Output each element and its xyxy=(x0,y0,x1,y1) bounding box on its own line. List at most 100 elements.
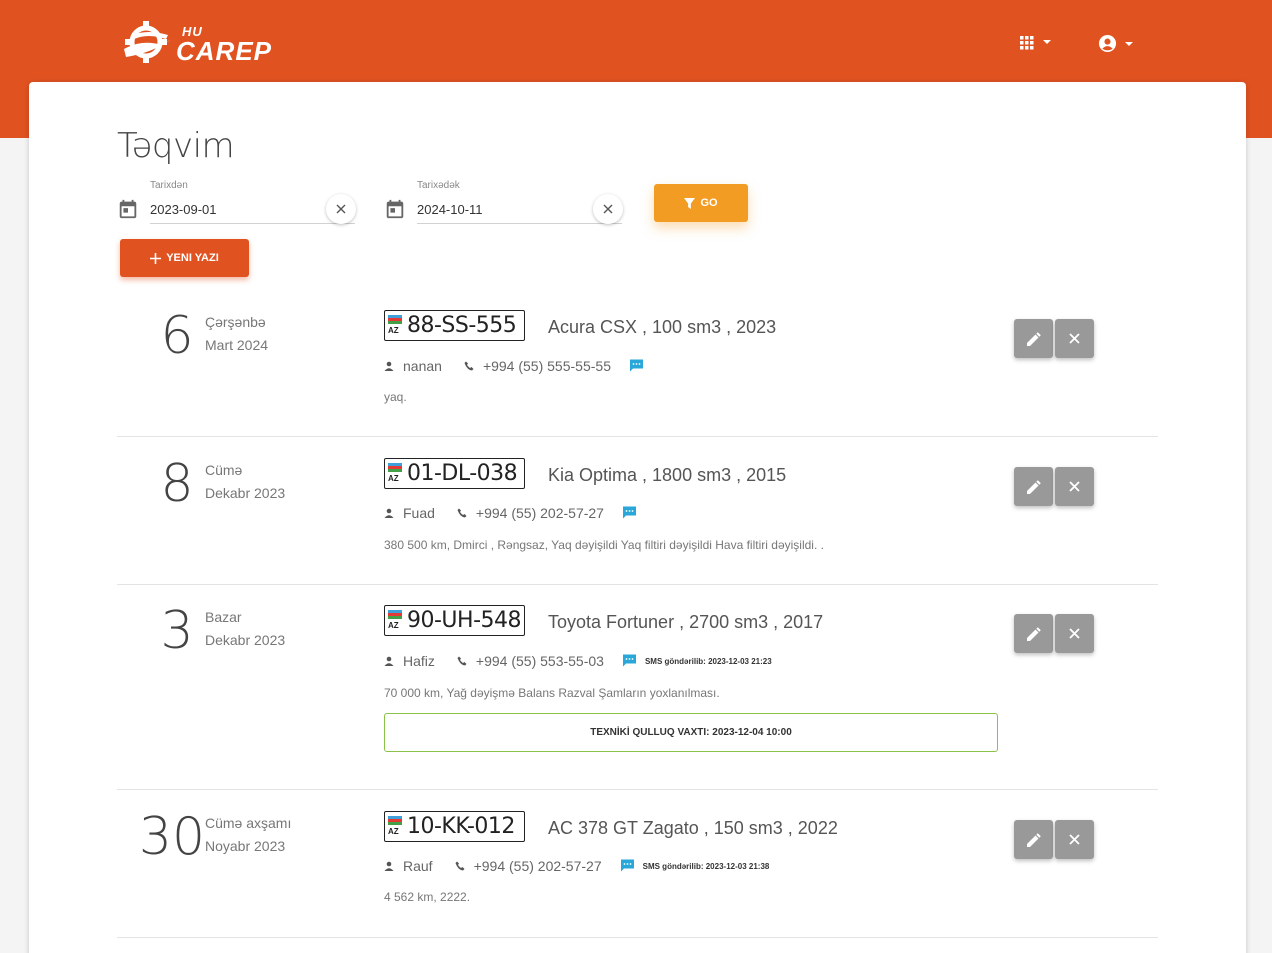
entry-weekday: Çərşənbə xyxy=(205,314,266,330)
logo[interactable]: HU CAREP xyxy=(122,18,292,66)
person-icon xyxy=(384,361,394,371)
person-icon xyxy=(384,861,394,871)
entry-divider xyxy=(117,584,1158,585)
calendar-icon[interactable] xyxy=(117,198,139,220)
apps-grid-icon xyxy=(1020,36,1034,50)
entry-weekday: Cümə axşamı xyxy=(205,815,292,831)
clear-date-from-button[interactable] xyxy=(326,194,356,224)
owner-name: Rauf xyxy=(403,858,433,874)
phone-icon xyxy=(457,656,467,666)
owner-row: Hafiz +994 (55) 553-55-03 SMS göndərilib… xyxy=(384,653,772,669)
phone-icon xyxy=(455,861,465,871)
page-title: Təqvim xyxy=(117,126,235,166)
chevron-down-icon xyxy=(1125,41,1133,46)
apps-menu-button[interactable] xyxy=(1019,34,1051,50)
close-icon xyxy=(1069,481,1080,492)
plate-number: 01-DL-038 xyxy=(407,461,518,486)
new-entry-label: YENI YAZI xyxy=(166,252,219,264)
date-to-label: Tarixədək xyxy=(417,180,460,191)
logo-gear-icon xyxy=(124,21,172,63)
plate-country: AZ xyxy=(388,621,399,630)
flag-icon xyxy=(388,610,402,619)
plate-number: 88-SS-555 xyxy=(407,313,517,338)
entry-weekday: Bazar xyxy=(205,609,242,625)
car-info: Acura CSX , 100 sm3 , 2023 xyxy=(548,317,777,337)
entry-month: Dekabr 2023 xyxy=(205,485,286,501)
entry-month: Mart 2024 xyxy=(205,337,269,353)
delete-button[interactable] xyxy=(1055,820,1094,859)
edit-button[interactable] xyxy=(1014,319,1053,358)
flag-icon xyxy=(388,816,402,825)
pencil-icon xyxy=(1026,832,1041,847)
car-info: Toyota Fortuner , 2700 sm3 , 2017 xyxy=(548,612,824,632)
owner-row: Fuad +994 (55) 202-57-27 xyxy=(384,505,637,521)
owner-phone: +994 (55) 202-57-27 xyxy=(473,858,602,874)
owner-phone: +994 (55) 202-57-27 xyxy=(475,505,604,521)
go-button-label: GO xyxy=(700,197,718,209)
service-time-box: TEXNİKİ QULLUQ VAXTI: 2023-12-04 10:00 xyxy=(384,713,998,752)
entry-note: 70 000 km, Yağ dəyişmə Balans Razval Şam… xyxy=(384,686,720,700)
flag-icon xyxy=(388,315,402,324)
sms-icon[interactable] xyxy=(620,859,635,873)
pencil-icon xyxy=(1026,331,1041,346)
filter-icon xyxy=(684,197,696,209)
user-menu-button[interactable] xyxy=(1098,34,1133,53)
entry-day: 3 xyxy=(160,601,194,661)
pencil-icon xyxy=(1026,626,1041,641)
phone-icon xyxy=(464,361,474,371)
person-icon xyxy=(384,656,394,666)
car-info: Kia Optima , 1800 sm3 , 2015 xyxy=(548,465,787,485)
go-button[interactable]: GO xyxy=(654,184,748,222)
close-icon xyxy=(603,204,613,214)
close-icon xyxy=(336,204,346,214)
close-icon xyxy=(1069,333,1080,344)
logo-big-text: CAREP xyxy=(176,35,273,66)
new-entry-button[interactable]: YENI YAZI xyxy=(120,239,249,277)
owner-row: nanan +994 (55) 555-55-55 xyxy=(384,358,644,374)
entry-note: 380 500 km, Dmirci , Rəngsaz, Yaq dəyişi… xyxy=(384,538,824,552)
date-to-input[interactable] xyxy=(417,196,622,224)
clear-date-to-button[interactable] xyxy=(593,194,623,224)
owner-name: Fuad xyxy=(403,505,435,521)
entry-divider xyxy=(117,937,1158,938)
license-plate: AZ 01-DL-038 xyxy=(384,458,525,489)
calendar-entry: 30 Cümə axşamı Noyabr 2023 AZ 10-KK-012 … xyxy=(117,801,1158,939)
entry-note: 4 562 km, 2222. xyxy=(384,890,471,904)
edit-button[interactable] xyxy=(1014,467,1053,506)
pencil-icon xyxy=(1026,479,1041,494)
entry-month: Dekabr 2023 xyxy=(205,632,286,648)
sms-status: SMS göndərilib: 2023-12-03 21:38 xyxy=(642,861,770,871)
sms-status: SMS göndərilib: 2023-12-03 21:23 xyxy=(644,656,772,666)
entry-day: 30 xyxy=(138,807,206,867)
delete-button[interactable] xyxy=(1055,614,1094,653)
flag-icon xyxy=(388,463,402,472)
edit-button[interactable] xyxy=(1014,820,1053,859)
car-info: AC 378 GT Zagato , 150 sm3 , 2022 xyxy=(548,818,838,838)
calendar-entry: 8 Cümə Dekabr 2023 AZ 01-DL-038 Kia Opti… xyxy=(117,448,1158,585)
calendar-icon[interactable] xyxy=(384,198,406,220)
sms-icon[interactable] xyxy=(629,359,644,373)
plate-country: AZ xyxy=(388,474,399,483)
account-circle-icon xyxy=(1098,34,1117,53)
sms-icon[interactable] xyxy=(622,506,637,520)
calendar-entry: 3 Bazar Dekabr 2023 AZ 90-UH-548 Toyota … xyxy=(117,595,1158,791)
delete-button[interactable] xyxy=(1055,467,1094,506)
edit-button[interactable] xyxy=(1014,614,1053,653)
owner-phone: +994 (55) 555-55-55 xyxy=(482,358,611,374)
sms-icon[interactable] xyxy=(622,654,637,668)
person-icon xyxy=(384,508,394,518)
phone-icon xyxy=(457,508,467,518)
delete-button[interactable] xyxy=(1055,319,1094,358)
owner-name: nanan xyxy=(403,358,442,374)
plate-number: 10-KK-012 xyxy=(407,814,515,839)
owner-row: Rauf +994 (55) 202-57-27 SMS göndərilib:… xyxy=(384,858,769,874)
calendar-entry: 6 Çərşənbə Mart 2024 AZ 88-SS-555 Acura … xyxy=(117,300,1158,437)
plate-country: AZ xyxy=(388,326,399,335)
owner-phone: +994 (55) 553-55-03 xyxy=(475,653,604,669)
plate-country: AZ xyxy=(388,827,399,836)
chevron-down-icon xyxy=(1043,40,1051,44)
entry-month: Noyabr 2023 xyxy=(205,838,286,854)
plus-icon xyxy=(150,252,162,264)
owner-name: Hafiz xyxy=(403,653,435,669)
date-from-input[interactable] xyxy=(150,196,355,224)
